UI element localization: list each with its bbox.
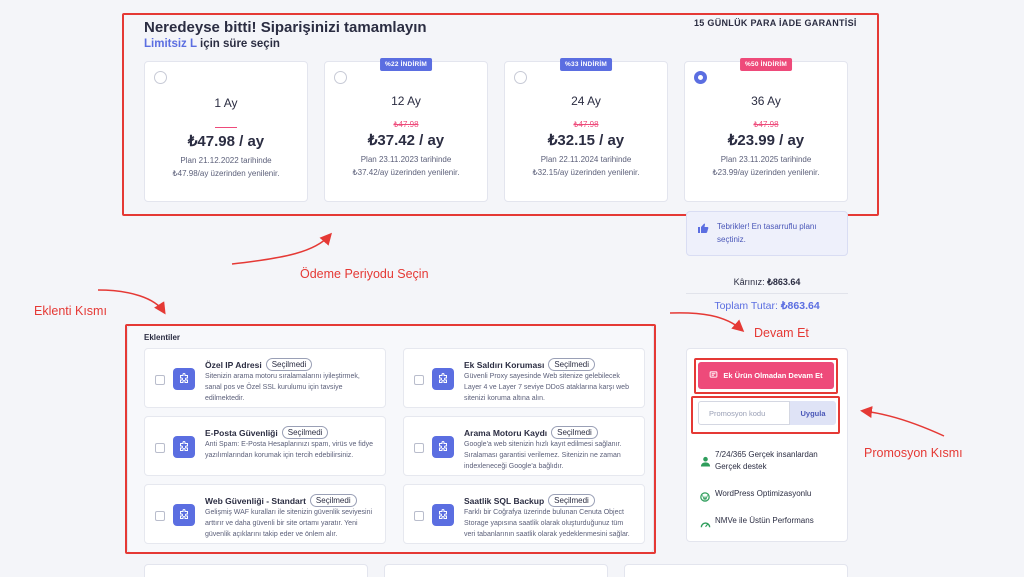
support-person-icon	[700, 454, 711, 472]
annotation-payment-period: Ödeme Periyodu Seçin	[300, 267, 429, 281]
extension-card-search-engine[interactable]: Arama Motoru Kaydı Seçilmedi Google'a web…	[403, 416, 645, 476]
arrow-continue	[669, 312, 745, 332]
extension-status: Seçilmedi	[281, 426, 329, 439]
arrow-extensions	[97, 289, 166, 315]
bottom-card-3	[624, 564, 848, 577]
extension-name: Saatlik SQL Backup Seçilmedi	[464, 494, 595, 507]
puzzle-icon	[173, 368, 195, 390]
extension-name: Web Güvenliği - Standart Seçilmedi	[205, 494, 357, 507]
puzzle-icon	[432, 436, 454, 458]
extension-card-sql-backup[interactable]: Saatlik SQL Backup Seçilmedi Farklı bir C…	[403, 484, 645, 544]
extension-desc: Gelişmiş WAF kuralları ile sitenizin güv…	[205, 509, 373, 538]
puzzle-icon	[173, 436, 195, 458]
extension-checkbox[interactable]	[414, 511, 424, 521]
extension-checkbox[interactable]	[414, 375, 424, 385]
annotation-continue: Devam Et	[754, 326, 809, 340]
feature-wordpress: WordPress Optimizasyonlu	[700, 488, 840, 502]
promo-apply-button[interactable]: Uygula	[790, 401, 836, 425]
extension-card-web-security[interactable]: Web Güvenliği - Standart Seçilmedi Gelişm…	[144, 484, 386, 544]
annotation-promo: Promosyon Kısmı	[864, 446, 963, 460]
feature-wordpress-label: WordPress Optimizasyonlu	[715, 489, 812, 498]
arrow-payment-period	[231, 232, 332, 265]
extension-desc: Farklı bir Coğrafya üzerinde bulunan Cen…	[464, 509, 630, 538]
extension-desc: Sitenizin arama motoru sıralamalarını iy…	[205, 373, 360, 402]
annotation-extensions: Eklenti Kısmı	[34, 304, 107, 318]
promo-code-input[interactable]: Promosyon kodu	[698, 401, 790, 425]
extension-name: E-Posta Güvenliği Seçilmedi	[205, 426, 329, 439]
puzzle-icon	[173, 504, 195, 526]
extension-status: Seçilmedi	[548, 358, 595, 371]
feature-nvme-label: NMVe ile Üstün Performans	[715, 516, 814, 525]
cart-icon	[709, 370, 718, 381]
feature-nvme: NMVe ile Üstün Performans	[700, 515, 840, 528]
feature-support-line-2: Gerçek destek	[715, 462, 767, 471]
extension-checkbox[interactable]	[414, 443, 424, 453]
extension-card-private-ip[interactable]: Özel IP Adresi Seçilmedi Sitenizin arama …	[144, 348, 386, 408]
extension-name: Arama Motoru Kaydı Seçilmedi	[464, 426, 598, 439]
bottom-card-1	[144, 564, 368, 577]
feature-support: 7/24/365 Gerçek insanlardan Gerçek deste…	[700, 449, 840, 473]
extension-status: Seçilmedi	[309, 494, 357, 507]
wordpress-icon	[700, 489, 710, 507]
extension-card-email-security[interactable]: E-Posta Güvenliği Seçilmedi Anti Spam: E-…	[144, 416, 386, 476]
feature-support-line-1: 7/24/365 Gerçek insanlardan	[715, 450, 818, 459]
extension-checkbox[interactable]	[155, 375, 165, 385]
puzzle-icon	[432, 504, 454, 526]
extension-status: Seçilmedi	[551, 426, 598, 439]
extensions-title: Eklentiler	[144, 333, 181, 342]
continue-without-extras-button[interactable]: Ek Ürün Olmadan Devam Et	[698, 362, 834, 389]
extension-checkbox[interactable]	[155, 511, 165, 521]
extension-desc: Güvenli Proxy sayesinde Web sitenize gel…	[464, 373, 629, 402]
speedometer-icon	[700, 516, 711, 534]
continue-button-label: Ek Ürün Olmadan Devam Et	[723, 371, 823, 380]
extension-desc: Google'a web sitenizin hızlı kayıt edilm…	[464, 441, 622, 470]
extension-status: Seçilmedi	[265, 358, 313, 371]
extension-desc: Anti Spam: E-Posta Hesaplarınızı spam, v…	[205, 441, 374, 459]
extension-name: Ek Saldırı Koruması Seçilmedi	[464, 358, 595, 371]
extension-status: Seçilmedi	[548, 494, 595, 507]
arrow-promo	[860, 406, 945, 437]
extension-checkbox[interactable]	[155, 443, 165, 453]
extension-name: Özel IP Adresi Seçilmedi	[205, 358, 313, 371]
puzzle-icon	[432, 368, 454, 390]
extension-card-ddos-protection[interactable]: Ek Saldırı Koruması Seçilmedi Güvenli Pro…	[403, 348, 645, 408]
bottom-card-2	[384, 564, 608, 577]
